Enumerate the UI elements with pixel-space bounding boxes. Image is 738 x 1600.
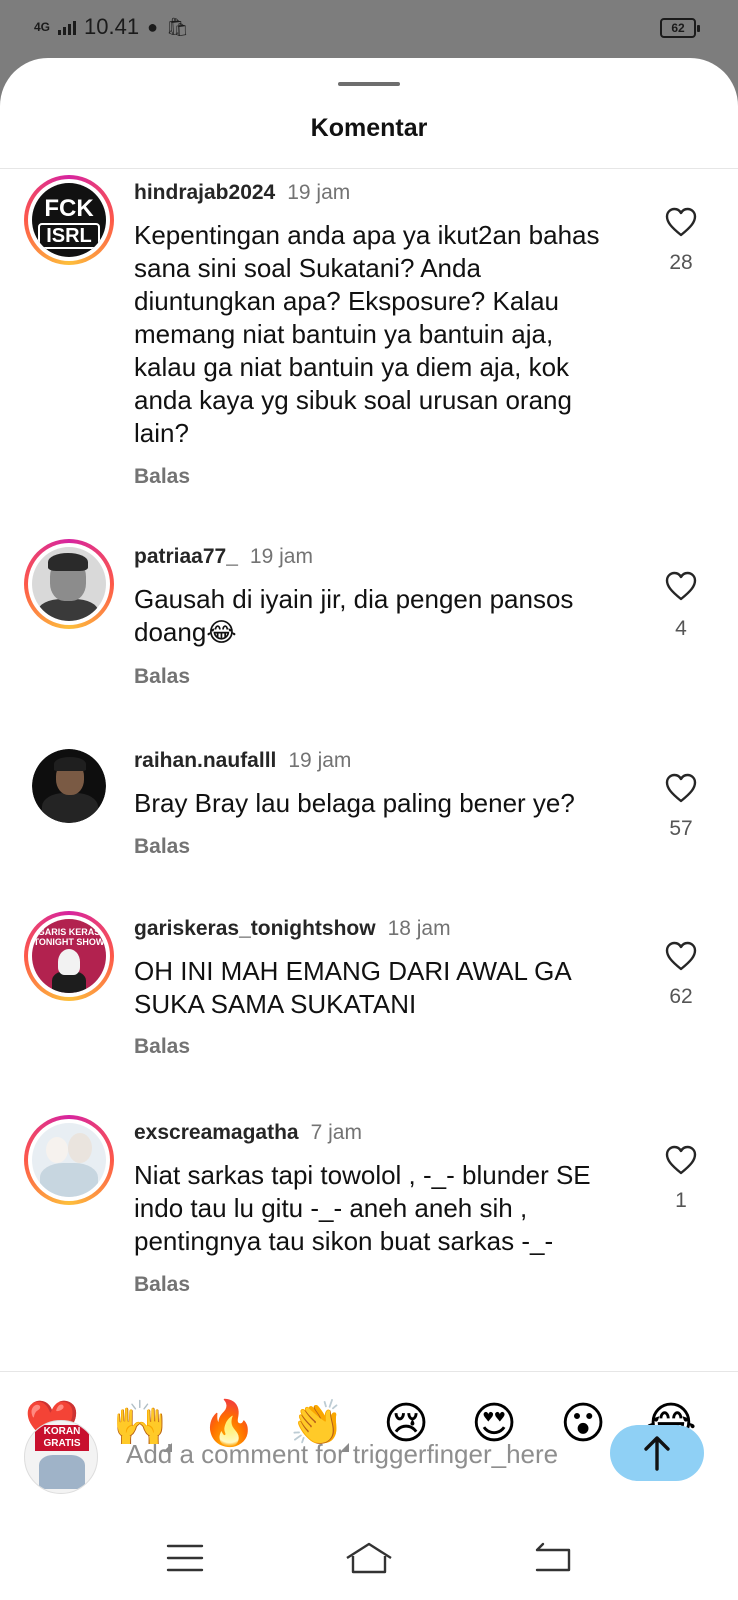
comment-item: patriaa77_ 19 jam Gausah di iyain jir, di…	[0, 535, 738, 725]
network-type: 4G	[34, 20, 51, 34]
heart-icon[interactable]	[665, 571, 697, 601]
comment-text: Gausah di iyain jir, dia pengen pansos d…	[134, 584, 574, 647]
heart-icon[interactable]	[665, 773, 697, 803]
notification-icon: ●	[147, 16, 158, 37]
reply-button[interactable]: Balas	[134, 1273, 190, 1297]
arrow-up-icon	[644, 1436, 670, 1471]
sheet-title: Komentar	[310, 114, 428, 142]
comment-composer: KORAN GRATIS	[0, 1412, 738, 1510]
drag-handle[interactable]	[338, 82, 400, 86]
comment-header: gariskeras_tonightshow 18 jam	[134, 917, 451, 941]
signal-icon	[58, 19, 77, 35]
comment-time: 7 jam	[310, 1121, 362, 1144]
comment-time: 19 jam	[287, 181, 351, 204]
heart-icon[interactable]	[665, 207, 697, 237]
comment-list[interactable]: FCK ISRL hindrajab2024 19 jam Kepentingan…	[0, 169, 738, 1371]
comment-item: GARIS KERAS TONIGHT SHOW gariskeras_toni…	[0, 907, 738, 1097]
story-ring[interactable]: GARIS KERAS TONIGHT SHOW	[24, 911, 114, 1001]
comment-time: 19 jam	[249, 545, 313, 568]
comment-username[interactable]: gariskeras_tonightshow	[134, 917, 376, 940]
avatar: FCK ISRL	[32, 183, 106, 257]
status-bar: 4G 10.41 ● 🛍 62	[0, 0, 738, 58]
reply-button[interactable]: Balas	[134, 465, 190, 489]
like-count: 4	[675, 617, 687, 640]
story-ring[interactable]	[24, 539, 114, 629]
comment-header: raihan.naufalll 19 jam	[134, 749, 351, 773]
comments-sheet: Komentar FCK ISRL hindrajab2024 19 jam Ke…	[0, 58, 738, 1600]
comment-item: FCK ISRL hindrajab2024 19 jam Kepentingan…	[0, 169, 738, 529]
comment-header: exscreamagatha 7 jam	[134, 1121, 362, 1145]
comment-text: Niat sarkas tapi towolol , -_- blunder S…	[134, 1160, 591, 1256]
like-count: 57	[669, 817, 693, 840]
my-avatar: KORAN GRATIS	[24, 1420, 98, 1494]
like-count: 1	[675, 1189, 687, 1212]
comment-username[interactable]: patriaa77_	[134, 545, 238, 568]
avatar	[32, 1123, 106, 1197]
comment-item: exscreamagatha 7 jam Niat sarkas tapi tow…	[0, 1111, 738, 1371]
story-ring[interactable]: FCK ISRL	[24, 175, 114, 265]
comment-header: patriaa77_ 19 jam	[134, 545, 313, 569]
battery-icon: 62	[660, 18, 700, 38]
home-icon[interactable]	[339, 1538, 399, 1578]
story-ring[interactable]	[24, 1115, 114, 1205]
heart-icon[interactable]	[665, 941, 697, 971]
comment-text: Kepentingan anda apa ya ikut2an bahas sa…	[134, 220, 600, 448]
comment-time: 19 jam	[288, 749, 352, 772]
status-time: 10.41	[84, 14, 140, 39]
comment-username[interactable]: exscreamagatha	[134, 1121, 299, 1144]
divider	[0, 1371, 738, 1372]
avatar	[32, 547, 106, 621]
status-left: 4G 10.41 ● 🛍	[34, 14, 189, 40]
reply-button[interactable]: Balas	[134, 835, 190, 859]
system-nav-bar	[0, 1510, 738, 1600]
back-icon[interactable]	[523, 1538, 583, 1578]
comment-header: hindrajab2024 19 jam	[134, 181, 350, 205]
comment-username[interactable]: raihan.naufalll	[134, 749, 276, 772]
comment-input[interactable]	[126, 1430, 586, 1478]
avatar: GARIS KERAS TONIGHT SHOW	[32, 919, 106, 993]
like-count: 62	[669, 985, 693, 1008]
reply-button[interactable]: Balas	[134, 665, 190, 689]
reply-button[interactable]: Balas	[134, 1035, 190, 1059]
comment-item: raihan.naufalll 19 jam Bray Bray lau bela…	[0, 739, 738, 889]
shopping-bag-icon: 🛍	[165, 16, 189, 37]
avatar-badge: KORAN GRATIS	[35, 1425, 89, 1451]
comment-text: Bray Bray lau belaga paling bener ye?	[134, 788, 575, 818]
comment-text: OH INI MAH EMANG DARI AWAL GA SUKA SAMA …	[134, 956, 571, 1019]
menu-icon[interactable]	[155, 1538, 215, 1578]
avatar[interactable]	[32, 749, 106, 823]
send-button[interactable]	[610, 1425, 704, 1481]
comment-username[interactable]: hindrajab2024	[134, 181, 275, 204]
comment-time: 18 jam	[387, 917, 451, 940]
like-count: 28	[669, 251, 693, 274]
battery-level: 62	[671, 21, 685, 35]
heart-icon[interactable]	[665, 1145, 697, 1175]
